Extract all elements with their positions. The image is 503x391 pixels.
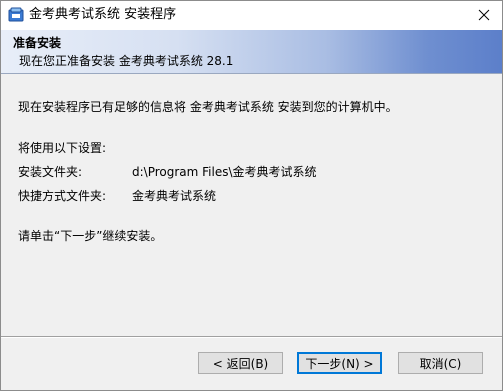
- close-button[interactable]: [472, 4, 496, 26]
- installer-icon: [8, 7, 24, 23]
- shortcut-folder-value: 金考典考试系统: [132, 189, 217, 203]
- back-button[interactable]: < 返回(B): [198, 352, 283, 374]
- instruction-text: 请单击“下一步”继续安装。: [18, 229, 163, 243]
- close-icon: [478, 9, 490, 21]
- page-subtitle: 现在您正准备安装 金考典考试系统 28.1: [19, 54, 234, 68]
- button-bar: < 返回(B) 下一步(N) > 取消(C): [1, 336, 502, 390]
- window-title: 金考典考试系统 安装程序: [29, 7, 177, 22]
- installer-window: 金考典考试系统 安装程序 准备安装 现在您正准备安装 金考典考试系统 28.1 …: [0, 0, 503, 391]
- intro-text: 现在安装程序已有足够的信息将 金考典考试系统 安装到您的计算机中。: [18, 100, 398, 114]
- shortcut-folder-label: 快捷方式文件夹:: [18, 189, 107, 203]
- install-folder-value: d:\Program Files\金考典考试系统: [132, 165, 317, 179]
- install-folder-label: 安装文件夹:: [18, 165, 83, 179]
- title-bar: 金考典考试系统 安装程序: [1, 1, 502, 30]
- content-panel: 现在安装程序已有足够的信息将 金考典考试系统 安装到您的计算机中。 将使用以下设…: [1, 74, 502, 336]
- settings-heading: 将使用以下设置:: [18, 141, 107, 155]
- header-banner: 准备安装 现在您正准备安装 金考典考试系统 28.1: [1, 30, 502, 74]
- cancel-button[interactable]: 取消(C): [398, 352, 483, 374]
- page-title: 准备安装: [13, 36, 62, 50]
- next-button[interactable]: 下一步(N) >: [297, 352, 382, 374]
- footer-divider: [1, 336, 502, 338]
